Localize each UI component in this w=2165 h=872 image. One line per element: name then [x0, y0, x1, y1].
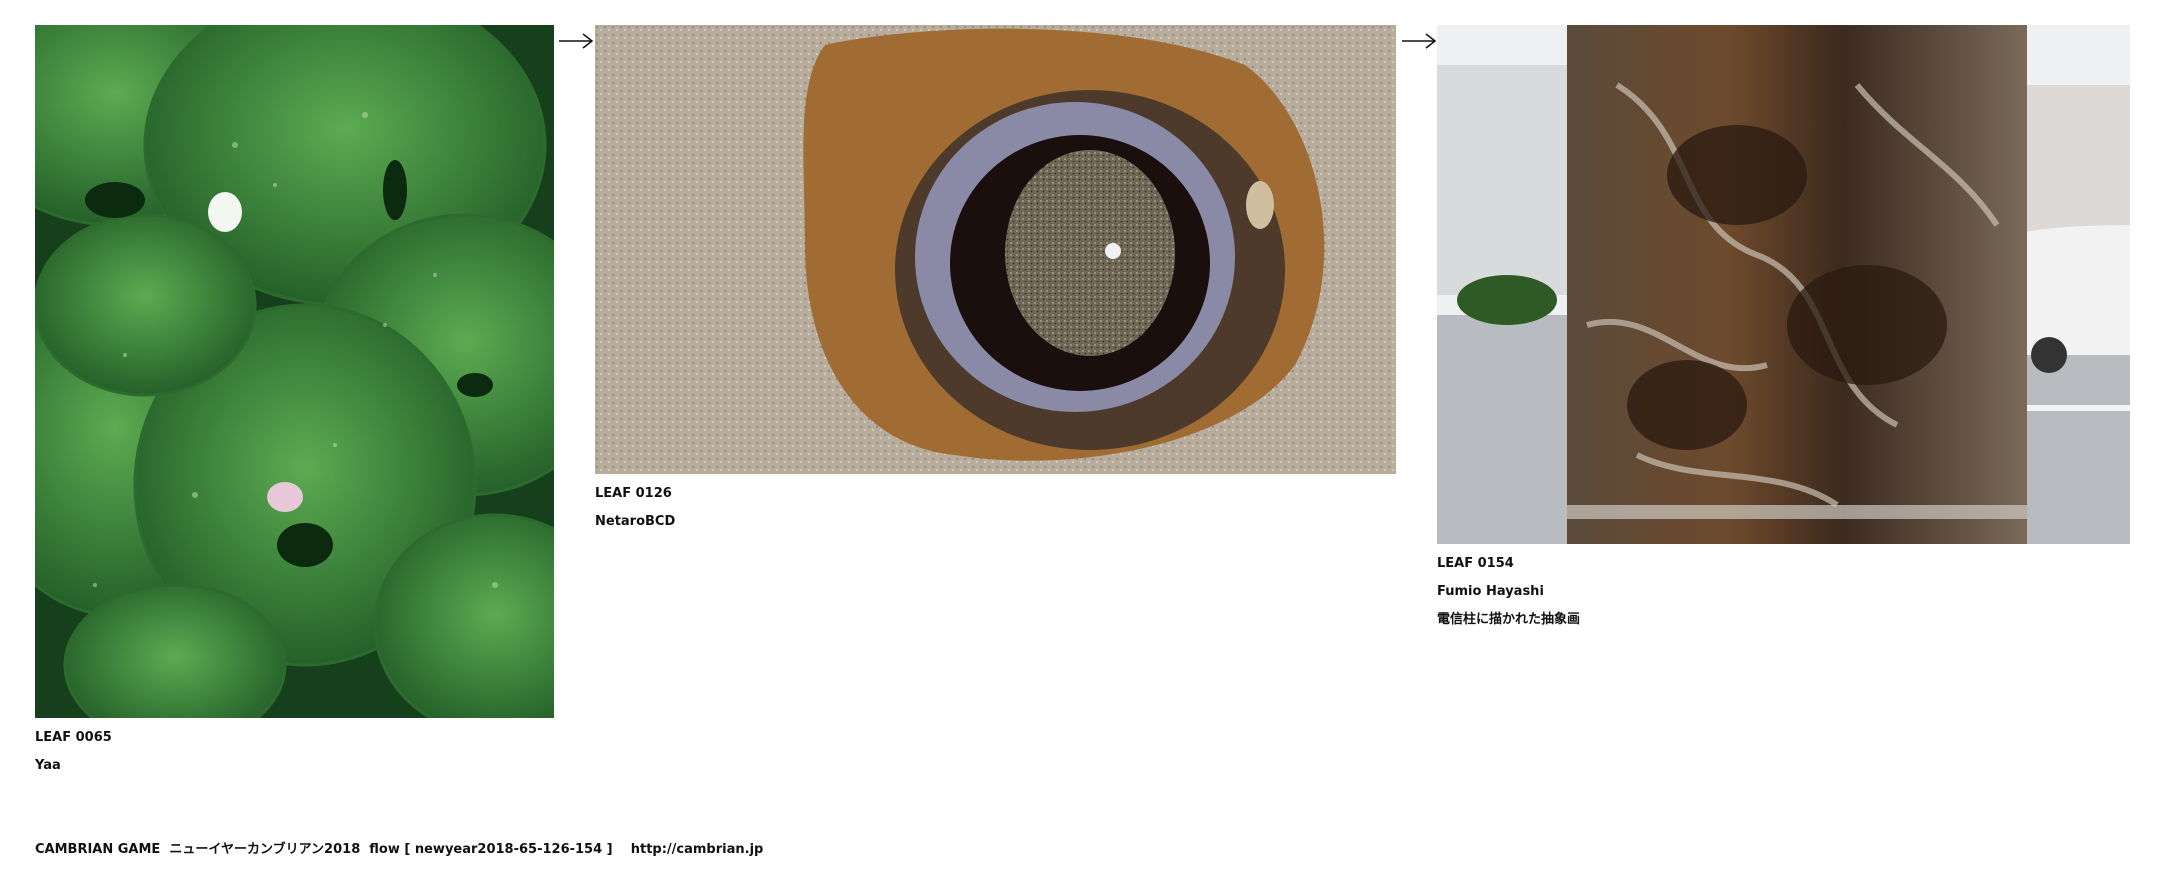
- sand-pit-photo[interactable]: [595, 25, 1396, 474]
- leaf-note: 電信柱に描かれた抽象画: [1437, 612, 1581, 627]
- leaf-author: Yaa: [35, 758, 61, 773]
- painted-pole-photo[interactable]: [1437, 25, 2130, 544]
- right-arrow-icon: [1401, 33, 1437, 53]
- green-leaves-photo[interactable]: [35, 25, 554, 718]
- leaf-author: Fumio Hayashi: [1437, 584, 1544, 599]
- leaf-code: LEAF 0126: [595, 486, 672, 501]
- leaf-card-0065: LEAF 0065 Yaa: [35, 25, 554, 780]
- footer-text: CAMBRIAN GAME ニューイヤーカンブリアン2018 flow [ ne…: [35, 842, 764, 857]
- leaf-card-0126: LEAF 0126 NetaroBCD: [595, 25, 1396, 536]
- leaf-card-0154: LEAF 0154 Fumio Hayashi 電信柱に描かれた抽象画: [1437, 25, 2130, 634]
- right-arrow-icon: [558, 33, 594, 53]
- leaf-code: LEAF 0065: [35, 730, 112, 745]
- leaf-author: NetaroBCD: [595, 514, 676, 529]
- leaf-code: LEAF 0154: [1437, 556, 1514, 571]
